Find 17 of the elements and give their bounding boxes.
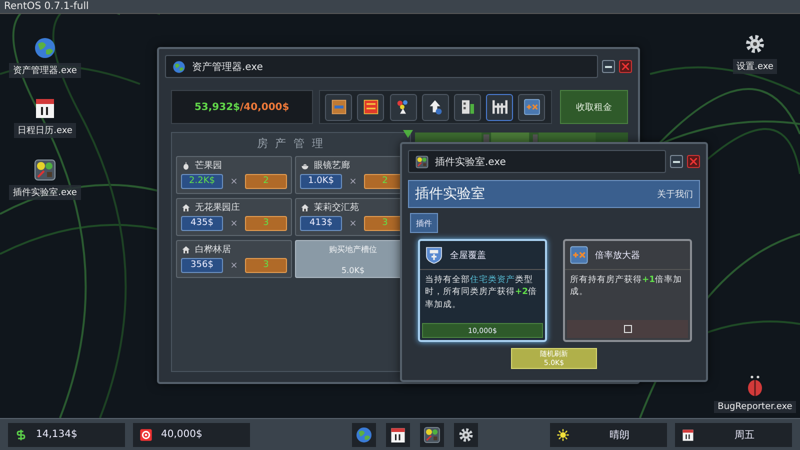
taskbar-app-button[interactable] [454,422,478,446]
target-icon [139,428,153,442]
money-amount: 14,134$ [36,429,78,440]
sun-icon [556,428,570,442]
calendar-icon [389,426,407,444]
os-title: RentOS 0.7.1-full [4,1,89,12]
taskbar-app-button[interactable] [420,422,444,446]
day-text: 周五 [734,428,756,442]
dollar-icon [14,428,28,442]
calendar-icon [681,428,695,442]
taskbar-app-button[interactable] [352,422,376,446]
plugin-icon [423,426,441,444]
globe-icon [355,426,373,444]
weather-text: 晴朗 [608,428,630,442]
gear-icon [457,426,475,444]
goal-amount: 40,000$ [161,429,202,440]
taskbar-app-button[interactable] [386,422,410,446]
